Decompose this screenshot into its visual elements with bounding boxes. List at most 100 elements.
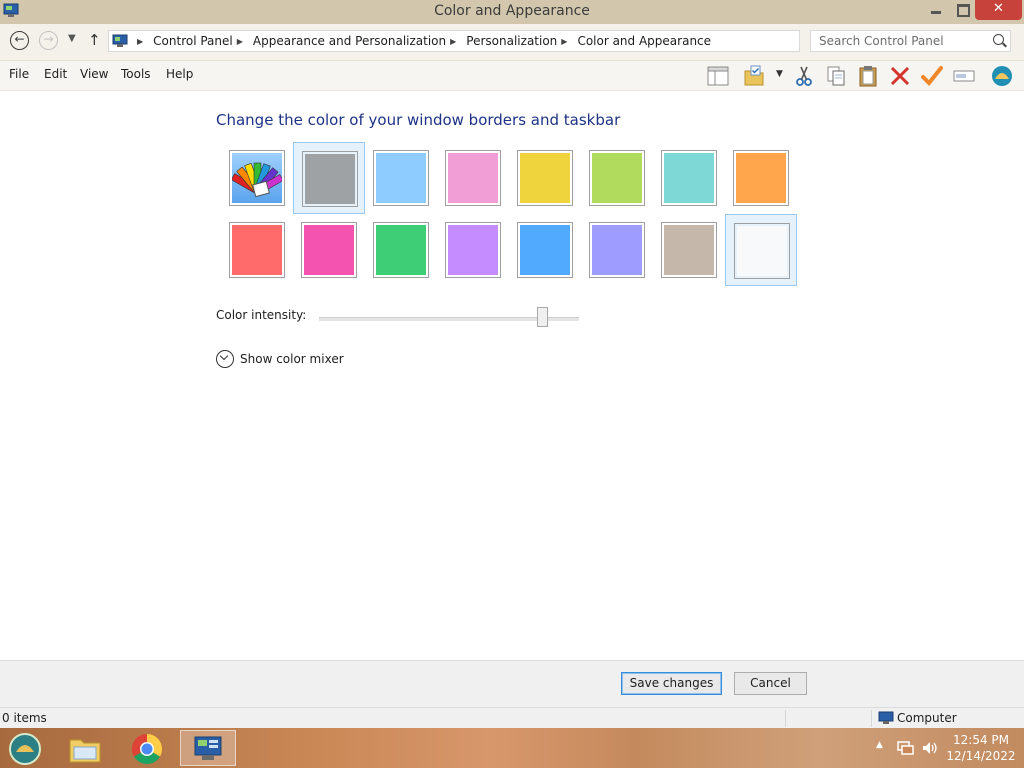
menu-view[interactable]: View [80, 67, 108, 81]
color-swatch-teal[interactable] [653, 142, 725, 214]
properties-dropdown-icon[interactable]: ▼ [776, 69, 783, 79]
breadcrumb: ▶ Control Panel ▶ Appearance and Persona… [112, 34, 711, 48]
swatch-frame [734, 223, 790, 279]
shell-icon[interactable] [990, 64, 1014, 88]
close-icon: ✕ [993, 1, 1004, 16]
color-swatch-sky-gray[interactable] [293, 142, 365, 214]
breadcrumb-separator[interactable]: ▶ [137, 37, 143, 46]
minimize-button[interactable] [922, 0, 949, 20]
status-bar: 0 items Computer [0, 707, 1024, 729]
swatch-frame [589, 222, 645, 278]
color-swatch-pink[interactable] [437, 142, 509, 214]
swatch-color-fill [376, 225, 426, 275]
rename-icon[interactable] [952, 64, 976, 88]
breadcrumb-appearance-personalization[interactable]: Appearance and Personalization [253, 34, 446, 48]
color-swatch-taupe[interactable] [653, 214, 725, 286]
color-swatch-red[interactable] [221, 214, 293, 286]
swatch-color-fill [448, 225, 498, 275]
taskbar-file-explorer[interactable] [58, 730, 114, 766]
breadcrumb-control-panel[interactable]: Control Panel [153, 34, 233, 48]
folder-icon [69, 739, 101, 763]
taskbar-chrome[interactable] [120, 730, 176, 766]
cut-icon[interactable] [792, 64, 816, 88]
delete-icon[interactable] [888, 64, 912, 88]
back-arrow-icon: ← [14, 32, 25, 46]
network-icon[interactable] [897, 740, 914, 756]
volume-icon[interactable] [921, 740, 938, 756]
swatch-frame [517, 150, 573, 206]
swatch-frame [229, 150, 285, 206]
swatch-color-fill [448, 153, 498, 203]
chrome-icon [131, 734, 163, 765]
menu-bar: File Edit View Tools Help ▼ [0, 61, 1024, 91]
properties-folder-icon[interactable] [742, 64, 766, 88]
swatch-color-fill [736, 153, 786, 203]
color-swatch-frost[interactable] [725, 214, 797, 286]
maximize-button[interactable] [949, 0, 975, 20]
paste-icon[interactable] [856, 64, 880, 88]
status-divider [785, 710, 786, 727]
system-clock[interactable]: 12:54 PM 12/14/2022 [946, 732, 1016, 764]
color-swatch-lavender[interactable] [581, 214, 653, 286]
layout-pane-icon[interactable] [706, 64, 730, 88]
swatch-color-fill [304, 225, 354, 275]
check-icon[interactable] [920, 64, 944, 88]
menu-help[interactable]: Help [166, 67, 193, 81]
status-divider [871, 710, 872, 727]
breadcrumb-separator[interactable]: ▶ [561, 37, 567, 46]
forward-button[interactable]: → [39, 31, 58, 50]
clock-date: 12/14/2022 [946, 749, 1016, 763]
recent-locations-dropdown[interactable]: ▼ [68, 33, 76, 44]
cancel-button[interactable]: Cancel [734, 672, 807, 695]
address-bar[interactable]: ▶ Control Panel ▶ Appearance and Persona… [108, 30, 896, 52]
up-arrow-icon: ↑ [88, 31, 101, 49]
color-swatch-blue[interactable] [509, 214, 581, 286]
color-swatch-yellow[interactable] [509, 142, 581, 214]
start-button[interactable] [0, 730, 56, 766]
location-label: Computer [897, 711, 957, 725]
window-title: Color and Appearance [434, 3, 590, 19]
breadcrumb-separator[interactable]: ▶ [237, 37, 243, 46]
menu-edit[interactable]: Edit [44, 67, 67, 81]
swatch-frame [445, 150, 501, 206]
swatch-color-fill [230, 153, 284, 203]
taskbar-control-panel[interactable] [180, 730, 236, 766]
computer-icon [878, 711, 894, 724]
up-button[interactable]: ↑ [88, 31, 101, 49]
copy-icon[interactable] [824, 64, 848, 88]
swatch-color-fill [592, 153, 642, 203]
swatch-color-fill [520, 225, 570, 275]
color-swatch-green[interactable] [365, 214, 437, 286]
color-swatch-sky-blue[interactable] [365, 142, 437, 214]
swatch-frame [302, 151, 358, 207]
color-swatch-orange[interactable] [725, 142, 797, 214]
color-swatch-violet[interactable] [437, 214, 509, 286]
search-input[interactable]: Search Control Panel [810, 30, 1011, 52]
show-hidden-icons-button[interactable]: ▲ [876, 740, 883, 750]
back-button[interactable]: ← [10, 31, 29, 50]
taskbar: ▲ 12:54 PM 12/14/2022 [0, 728, 1024, 768]
color-intensity-slider-thumb[interactable] [537, 307, 549, 327]
color-swatch-automatic[interactable] [221, 142, 293, 214]
breadcrumb-personalization[interactable]: Personalization [466, 34, 557, 48]
color-intensity-label: Color intensity: [216, 308, 307, 322]
color-swatch-magenta[interactable] [293, 214, 365, 286]
show-color-mixer-label[interactable]: Show color mixer [240, 352, 344, 366]
dialog-footer: Save changes Cancel [0, 660, 1024, 707]
computer-icon [112, 34, 128, 47]
close-button[interactable]: ✕ [975, 0, 1022, 20]
swatch-frame [661, 150, 717, 206]
menu-file[interactable]: File [9, 67, 29, 81]
search-placeholder: Search Control Panel [819, 34, 944, 48]
color-swatch-lime[interactable] [581, 142, 653, 214]
breadcrumb-color-appearance[interactable]: Color and Appearance [577, 34, 711, 48]
breadcrumb-separator[interactable]: ▶ [450, 37, 456, 46]
content-area: Change the color of your window borders … [0, 91, 1024, 660]
show-color-mixer-button[interactable] [216, 350, 234, 368]
swatch-frame [517, 222, 573, 278]
title-bar: Color and Appearance ✕ [0, 0, 1024, 24]
save-changes-button[interactable]: Save changes [621, 672, 722, 695]
swatch-frame [301, 222, 357, 278]
swatch-frame [445, 222, 501, 278]
menu-tools[interactable]: Tools [121, 67, 151, 81]
